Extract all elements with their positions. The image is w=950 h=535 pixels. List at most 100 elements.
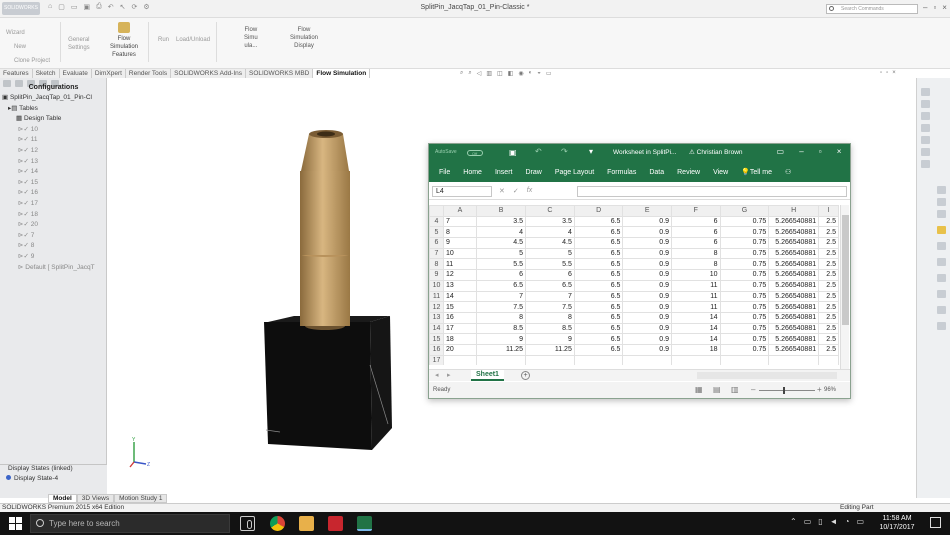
table-cell[interactable]: 16: [442, 311, 478, 324]
table-cell[interactable]: 11.25: [476, 343, 526, 356]
table-cell[interactable]: 8: [442, 226, 478, 239]
table-cell[interactable]: 2.5: [818, 322, 839, 335]
zoom-level[interactable]: 96%: [824, 387, 836, 393]
table-cell[interactable]: 18: [442, 333, 478, 345]
table-cell[interactable]: 0.9: [622, 279, 673, 292]
table-cell[interactable]: [818, 354, 839, 365]
table-cell[interactable]: 0.75: [719, 311, 770, 324]
table-cell[interactable]: 11: [442, 258, 478, 271]
display-state-item[interactable]: Display State-4: [6, 475, 58, 482]
table-cell[interactable]: 14: [671, 311, 721, 324]
toolbar-icon[interactable]: [937, 322, 946, 330]
table-cell[interactable]: 13: [442, 279, 478, 292]
table-cell[interactable]: 0.75: [719, 269, 770, 281]
file-explorer-icon[interactable]: [921, 112, 930, 120]
toolbar-icon[interactable]: [937, 242, 946, 250]
row-header[interactable]: 15: [429, 333, 444, 345]
column-header[interactable]: D: [573, 205, 624, 217]
table-cell[interactable]: 15: [442, 301, 478, 313]
table-cell[interactable]: [442, 354, 478, 365]
table-cell[interactable]: 2.5: [818, 269, 839, 281]
table-cell[interactable]: 0.75: [719, 258, 770, 271]
table-cell[interactable]: 9: [524, 333, 575, 345]
table-cell[interactable]: 11.25: [524, 343, 575, 356]
toolbar-icon[interactable]: [937, 274, 946, 282]
xl-tab-formulas[interactable]: Formulas: [607, 169, 636, 176]
table-cell[interactable]: 6.5: [573, 290, 624, 303]
flow-simulation-display-button[interactable]: Flow Simulation Display: [290, 26, 318, 50]
name-box[interactable]: L4: [432, 186, 492, 197]
table-cell[interactable]: 14: [671, 333, 721, 345]
table-cell[interactable]: 2.5: [818, 343, 839, 356]
table-cell[interactable]: [719, 354, 770, 365]
file-explorer-icon[interactable]: [299, 516, 314, 531]
table-cell[interactable]: 5.266540881: [768, 237, 820, 249]
tab-flow-simulation[interactable]: Flow Simulation: [313, 69, 371, 78]
tab-solidworks-mbd[interactable]: SOLIDWORKS MBD: [246, 69, 314, 78]
scroll-thumb[interactable]: [842, 215, 849, 325]
table-cell[interactable]: 6.5: [573, 311, 624, 324]
table-cell[interactable]: 7.5: [476, 301, 526, 313]
table-cell[interactable]: 5.266540881: [768, 258, 820, 271]
table-cell[interactable]: 6.5: [573, 215, 624, 228]
excel-close-button[interactable]: ×: [837, 147, 842, 156]
config-item[interactable]: ⊳✓ 12: [2, 146, 107, 157]
enter-icon[interactable]: ✓: [513, 187, 519, 195]
table-cell[interactable]: [476, 354, 526, 365]
flow-simulation-features-button[interactable]: Flow Simulation Features: [110, 22, 138, 59]
config-item[interactable]: ⊳✓ 18: [2, 210, 107, 221]
table-cell[interactable]: 0.75: [719, 343, 770, 356]
tab-sketch[interactable]: Sketch: [32, 69, 60, 78]
table-cell[interactable]: 7.5: [524, 301, 575, 313]
table-cell[interactable]: 0.9: [622, 322, 673, 335]
custom-properties-icon[interactable]: [921, 148, 930, 156]
table-cell[interactable]: 8: [671, 247, 721, 260]
table-cell[interactable]: 2.5: [818, 215, 839, 228]
table-cell[interactable]: 0.9: [622, 290, 673, 303]
table-cell[interactable]: 0.9: [622, 311, 673, 324]
table-cell[interactable]: 6.5: [573, 258, 624, 271]
section-view-icon[interactable]: ▥: [486, 70, 492, 78]
table-cell[interactable]: 0.9: [622, 215, 673, 228]
table-cell[interactable]: 14: [442, 290, 478, 303]
page-layout-view-icon[interactable]: ▤: [713, 385, 721, 394]
zoom-slider[interactable]: [759, 390, 815, 391]
table-cell[interactable]: 5.266540881: [768, 226, 820, 239]
tab-3d-views[interactable]: 3D Views: [76, 494, 115, 503]
config-item[interactable]: ⊳✓ 17: [2, 199, 107, 210]
table-cell[interactable]: 2.5: [818, 333, 839, 345]
table-cell[interactable]: 6.5: [573, 322, 624, 335]
row-header[interactable]: 16: [429, 343, 444, 356]
taskbar-clock[interactable]: 11:58 AM 10/17/2017: [872, 514, 922, 532]
row-header[interactable]: 6: [429, 237, 444, 249]
xl-tell-me[interactable]: 💡Tell me: [741, 168, 772, 176]
table-cell[interactable]: 11: [671, 301, 721, 313]
zoom-in-icon[interactable]: +: [817, 385, 822, 394]
row-header[interactable]: 7: [429, 247, 444, 260]
table-cell[interactable]: 5.266540881: [768, 247, 820, 260]
restore-icon[interactable]: ▫: [880, 70, 882, 78]
table-cell[interactable]: 3.5: [524, 215, 575, 228]
network-icon[interactable]: ▭: [804, 517, 812, 526]
tree-root-part[interactable]: ▣ SplitPin_JacqTap_01_Pin-Cl: [2, 93, 107, 104]
tab-dimxpert[interactable]: DimXpert: [91, 69, 126, 78]
table-cell[interactable]: [622, 354, 673, 365]
xl-tab-file[interactable]: File: [439, 169, 450, 176]
solidworks-taskbar-icon[interactable]: [328, 516, 343, 531]
table-cell[interactable]: 7: [476, 290, 526, 303]
general-settings-button[interactable]: General Settings: [68, 36, 90, 52]
tab-render-tools[interactable]: Render Tools: [125, 69, 172, 78]
normal-view-icon[interactable]: ▦: [695, 385, 703, 394]
table-cell[interactable]: 0.9: [622, 333, 673, 345]
table-cell[interactable]: 6.5: [573, 237, 624, 249]
table-cell[interactable]: 5.266540881: [768, 311, 820, 324]
config-item[interactable]: ⊳✓ 8: [2, 241, 107, 252]
task-view-icon[interactable]: [240, 516, 255, 531]
vertical-scrollbar[interactable]: [840, 205, 849, 369]
table-cell[interactable]: 5.266540881: [768, 322, 820, 335]
xl-tab-page-layout[interactable]: Page Layout: [555, 169, 594, 176]
row-header[interactable]: 10: [429, 279, 444, 292]
table-cell[interactable]: 2.5: [818, 237, 839, 249]
config-item[interactable]: ⊳✓ 20: [2, 220, 107, 231]
maximize-button[interactable]: ▫: [933, 3, 936, 15]
